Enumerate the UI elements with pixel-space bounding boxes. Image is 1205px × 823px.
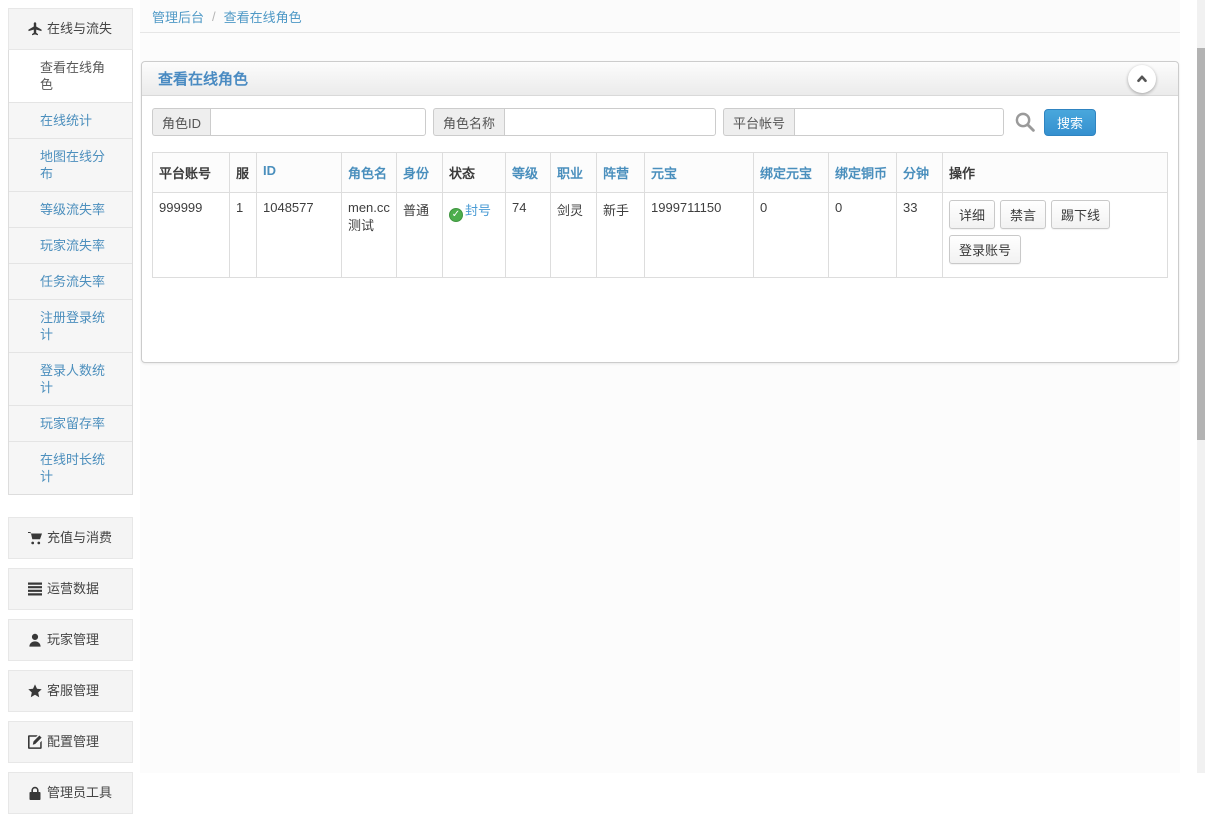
login-account-button[interactable]: 登录账号 [949,235,1021,264]
sidebar-section-label: 配置管理 [47,734,99,750]
col-role-name-sort[interactable]: 角色名 [342,153,397,193]
cell-minutes: 33 [897,193,943,278]
main-area: 管理后台 / 查看在线角色 查看在线角色 角色ID [140,0,1180,773]
cart-icon [28,531,42,545]
magnifier-icon [1014,111,1036,133]
platform-account-field-group: 平台帐号 [723,108,1004,136]
detail-button[interactable]: 详细 [949,200,995,229]
cell-server: 1 [230,193,257,278]
star-icon [28,684,42,698]
check-circle-icon: ✓ [449,208,463,222]
panel-body: 角色ID 角色名称 平台帐号 搜索 [142,96,1178,362]
col-identity-sort[interactable]: 身份 [397,153,443,193]
search-button[interactable]: 搜索 [1044,109,1096,136]
cell-id: 1048577 [257,193,342,278]
cell-status: ✓封号 [443,193,506,278]
collapse-panel-button[interactable] [1128,65,1156,93]
sidebar-section-label: 客服管理 [47,683,99,699]
role-id-label: 角色ID [152,108,210,136]
col-server: 服 [230,153,257,193]
cell-actions: 详细禁言踢下线登录账号 [943,193,1168,278]
edit-icon [28,735,42,749]
lock-icon [28,786,42,800]
sidebar-item-player-retention[interactable]: 玩家留存率 [9,405,132,441]
role-name-field-group: 角色名称 [433,108,716,136]
vertical-scrollbar-thumb[interactable] [1197,48,1205,440]
sidebar-section-recharge-consume[interactable]: 充值与消费 [8,517,133,559]
sidebar-section-online-loss[interactable]: 在线与流失 [8,8,133,50]
sidebar: 在线与流失 查看在线角色 在线统计 地图在线分布 等级流失率 玩家流失率 任务流… [8,8,133,823]
table-row: 999999 1 1048577 men.cc测试 普通 ✓封号 74 剑灵 新… [153,193,1168,278]
sidebar-section-label: 在线与流失 [47,21,112,37]
sidebar-item-level-churn[interactable]: 等级流失率 [9,191,132,227]
sidebar-section-config-management[interactable]: 配置管理 [8,721,133,763]
sidebar-section-label: 管理员工具 [47,785,112,801]
col-minutes-sort[interactable]: 分钟 [897,153,943,193]
col-bound-copper-sort[interactable]: 绑定铜币 [829,153,897,193]
col-bound-yuanbao-sort[interactable]: 绑定元宝 [754,153,829,193]
col-id-sort[interactable]: ID [257,153,342,193]
col-platform-account: 平台账号 [153,153,230,193]
sidebar-item-player-churn[interactable]: 玩家流失率 [9,227,132,263]
user-icon [28,633,42,647]
cell-yuanbao: 1999711150 [645,193,754,278]
sidebar-section-operation-data[interactable]: 运营数据 [8,568,133,610]
sidebar-item-online-duration-stats[interactable]: 在线时长统计 [9,441,132,494]
sidebar-section-label: 充值与消费 [47,530,112,546]
online-roles-table: 平台账号 服 ID 角色名 身份 状态 等级 职业 阵营 元宝 绑定元宝 绑定铜… [152,152,1168,278]
sidebar-section-admin-tools[interactable]: 管理员工具 [8,772,133,814]
col-actions: 操作 [943,153,1168,193]
cell-platform-account: 999999 [153,193,230,278]
breadcrumb-separator: / [212,9,216,24]
ban-account-link[interactable]: 封号 [465,203,491,218]
col-yuanbao-sort[interactable]: 元宝 [645,153,754,193]
cell-bound-yuanbao: 0 [754,193,829,278]
role-name-label: 角色名称 [433,108,504,136]
role-id-input[interactable] [210,108,426,136]
mute-button[interactable]: 禁言 [1000,200,1046,229]
sidebar-section-customer-service[interactable]: 客服管理 [8,670,133,712]
sidebar-section-label: 运营数据 [47,581,99,597]
panel-title: 查看在线角色 [158,68,248,89]
list-icon [28,582,42,596]
table-header-row: 平台账号 服 ID 角色名 身份 状态 等级 职业 阵营 元宝 绑定元宝 绑定铜… [153,153,1168,193]
sidebar-item-view-online-roles[interactable]: 查看在线角色 [9,50,132,102]
cell-bound-copper: 0 [829,193,897,278]
sidebar-section-label: 玩家管理 [47,632,99,648]
cell-role-name: men.cc测试 [342,193,397,278]
panel-header: 查看在线角色 [142,62,1178,96]
sidebar-item-login-count-stats[interactable]: 登录人数统计 [9,352,132,405]
search-toolbar: 角色ID 角色名称 平台帐号 搜索 [152,108,1168,136]
chevron-up-icon [1135,72,1149,86]
content-area: 查看在线角色 角色ID 角色名称 [140,33,1180,363]
breadcrumb-link-admin-home[interactable]: 管理后台 [152,7,204,26]
cell-level: 74 [506,193,551,278]
sidebar-item-online-stats[interactable]: 在线统计 [9,102,132,138]
sidebar-section-player-management[interactable]: 玩家管理 [8,619,133,661]
col-profession-sort[interactable]: 职业 [551,153,597,193]
sidebar-item-register-login-stats[interactable]: 注册登录统计 [9,299,132,352]
role-id-field-group: 角色ID [152,108,426,136]
col-status: 状态 [443,153,506,193]
online-roles-panel: 查看在线角色 角色ID 角色名称 [141,61,1179,363]
sidebar-item-quest-churn[interactable]: 任务流失率 [9,263,132,299]
breadcrumb: 管理后台 / 查看在线角色 [140,0,1180,33]
kick-offline-button[interactable]: 踢下线 [1051,200,1110,229]
cell-profession: 剑灵 [551,193,597,278]
cell-identity: 普通 [397,193,443,278]
sidebar-submenu: 查看在线角色 在线统计 地图在线分布 等级流失率 玩家流失率 任务流失率 注册登… [8,50,133,495]
plane-icon [28,22,42,36]
col-faction-sort[interactable]: 阵营 [597,153,645,193]
vertical-scrollbar-track [1197,0,1205,773]
breadcrumb-current-page[interactable]: 查看在线角色 [224,7,302,26]
platform-account-label: 平台帐号 [723,108,794,136]
platform-account-input[interactable] [794,108,1004,136]
cell-faction: 新手 [597,193,645,278]
role-name-input[interactable] [504,108,716,136]
col-level-sort[interactable]: 等级 [506,153,551,193]
sidebar-item-map-online-distribution[interactable]: 地图在线分布 [9,138,132,191]
